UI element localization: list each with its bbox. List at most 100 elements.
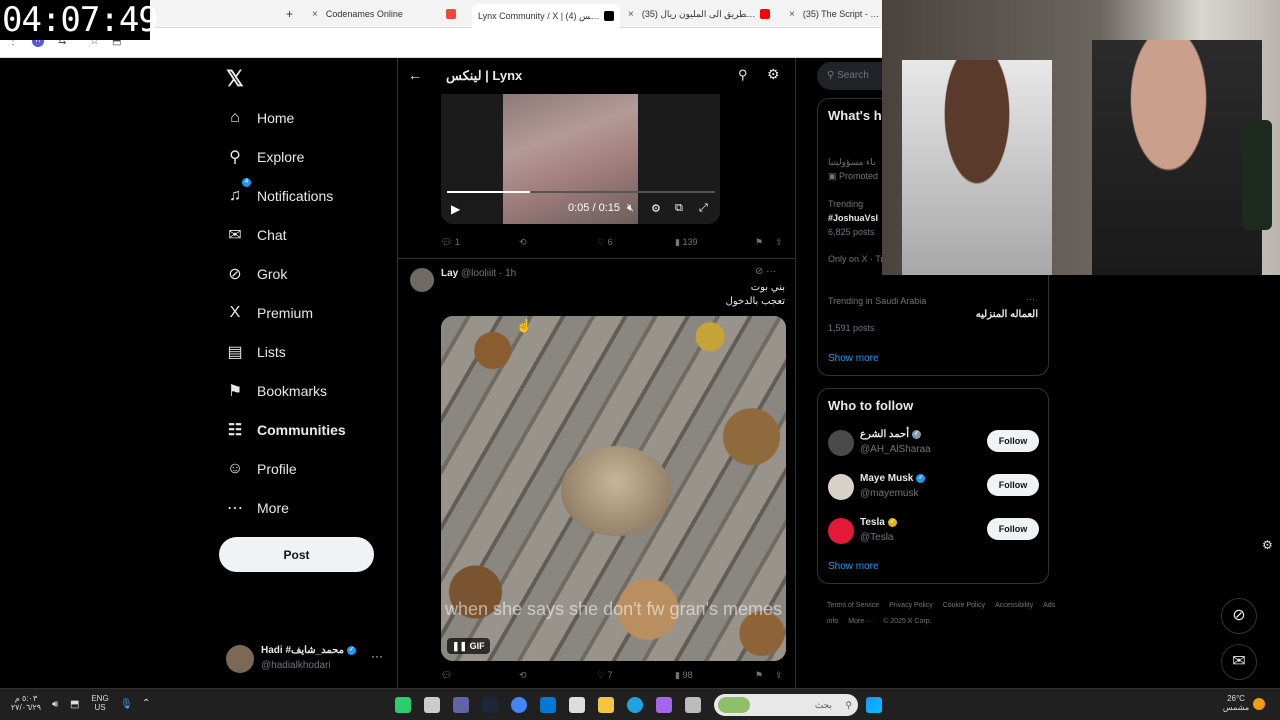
video-player[interactable]: ▶ 0:05 / 0:15 🔇︎ ⚙ ⧉ ⤢ <box>441 94 720 224</box>
network-icon[interactable]: ⬒ <box>70 699 79 710</box>
search-icon[interactable]: ⚲ <box>738 67 748 83</box>
follow-suggestion[interactable]: Tesla ✓ @Tesla Follow <box>828 515 1040 549</box>
suggestion-name[interactable]: أحمد الشرع ✓ <box>860 429 921 440</box>
gear-icon[interactable]: ⚙ <box>767 66 780 83</box>
close-tab-icon[interactable]: × <box>628 9 634 20</box>
tab-youtube-1[interactable]: × (35) الطريق الى المليون ريال # <box>628 4 776 24</box>
tab-codenames[interactable]: × Codenames Online <box>312 4 462 24</box>
nav-premium[interactable]: X Premium <box>222 293 346 332</box>
like-button[interactable]: ♡ 6 <box>597 237 613 248</box>
post-button[interactable]: Post <box>219 537 374 572</box>
views-button[interactable]: ▮ 98 <box>675 670 692 681</box>
mute-icon[interactable]: 🔇︎ <box>627 202 634 215</box>
app-icon[interactable] <box>424 697 440 713</box>
gif-media[interactable]: when she says she don't fw gran's memes … <box>441 316 786 661</box>
footer-link[interactable]: © 2025 X Corp. <box>883 618 931 625</box>
new-tab-button[interactable]: + <box>286 4 293 24</box>
nav-label: Premium <box>257 304 314 321</box>
play-icon[interactable]: ▶ <box>451 202 460 216</box>
teams-icon[interactable] <box>453 697 469 713</box>
footer-link[interactable]: Cookie Policy <box>943 602 985 609</box>
show-more-link[interactable]: Show more <box>828 561 879 572</box>
like-button[interactable]: ♡ 7 <box>597 670 613 681</box>
pip-icon[interactable]: ⧉ <box>675 202 683 215</box>
community-timeline[interactable]: ← لينكس | Lynx ⚲ ⚙ ▶ 0:05 / 0:15 🔇︎ ⚙ ⧉ … <box>397 58 796 688</box>
nav-bookmarks[interactable]: ⚑ Bookmarks <box>222 371 346 410</box>
store-icon[interactable] <box>569 697 585 713</box>
outlook-icon[interactable] <box>540 697 556 713</box>
share-icon[interactable]: ⇪ <box>775 670 783 681</box>
follow-suggestion[interactable]: أحمد الشرع ✓ @AH_AlSharaa Follow <box>828 427 1040 461</box>
windows-start-icon[interactable] <box>866 697 882 713</box>
follow-button[interactable]: Follow <box>987 474 1039 496</box>
trend-name[interactable]: العماله المنزليه <box>976 309 1038 320</box>
share-icon[interactable]: ⇪ <box>775 237 783 248</box>
file-explorer-icon[interactable] <box>598 697 614 713</box>
volume-icon[interactable]: 🔊︎ <box>52 699 58 710</box>
weather-widget[interactable]: 26°C مشمس <box>1216 694 1256 712</box>
repost-button[interactable]: ⟲ <box>519 237 527 248</box>
gif-badge[interactable]: ❚❚ GIF <box>447 638 490 654</box>
more-options-icon[interactable]: ··· <box>371 649 383 663</box>
account-switcher[interactable]: Hadi #محمد_شايف ✓ @hadialkhodari ··· <box>226 643 386 675</box>
messages-icon[interactable]: ✉ <box>1221 644 1257 680</box>
avatar[interactable] <box>828 474 854 500</box>
trend-tag[interactable]: #JoshuaVsI <box>828 213 878 223</box>
settings-icon[interactable]: ⚙ <box>651 202 661 215</box>
chevron-up-icon[interactable]: ⌃ <box>142 698 150 709</box>
follow-suggestion[interactable]: Maye Musk ✓ @mayemusk Follow <box>828 471 1040 505</box>
nav-explore[interactable]: ⚲ Explore <box>222 137 346 176</box>
nav-chat[interactable]: ✉ Chat <box>222 215 346 254</box>
nav-profile[interactable]: ☺ Profile <box>222 449 346 488</box>
promo-text[interactable]: باء مسؤوليتنا <box>828 157 875 168</box>
tweet-more-icon[interactable]: ⊘ ··· <box>755 266 776 277</box>
trend-more-icon[interactable]: ··· <box>1026 294 1035 304</box>
bookmark-icon[interactable]: ⚑ <box>755 237 763 248</box>
video-progress-bar[interactable] <box>447 191 715 193</box>
clock[interactable]: ٥:٠٣ م ٢٧/٠٦/٢٩ <box>6 694 46 712</box>
bookmark-icon[interactable]: ⚑ <box>755 670 763 681</box>
reply-button[interactable]: 💬︎ <box>441 670 452 681</box>
nav-notifications[interactable]: ♫ 4 Notifications <box>222 176 346 215</box>
follow-button[interactable]: Follow <box>987 430 1039 452</box>
tab-lynx-community[interactable]: Lynx Community / X | لينكس (4) <box>472 4 620 28</box>
tweet-author[interactable]: Lay @looliiit · 1h <box>441 268 516 279</box>
nav-home[interactable]: ⌂ Home <box>222 98 346 137</box>
app-icon[interactable] <box>685 697 701 713</box>
repost-button[interactable]: ⟲ <box>519 670 527 681</box>
footer-link[interactable]: More ··· <box>848 618 873 625</box>
extension-icon[interactable]: ⚙ <box>1262 538 1273 552</box>
community-title: لينكس | Lynx <box>446 68 523 83</box>
avatar[interactable] <box>410 268 434 292</box>
close-tab-icon[interactable]: × <box>789 9 795 20</box>
views-button[interactable]: ▮ 139 <box>675 237 697 248</box>
show-more-link[interactable]: Show more <box>828 353 879 364</box>
nav-more[interactable]: ⋯ More <box>222 488 346 527</box>
edge-icon[interactable] <box>627 697 643 713</box>
footer-link[interactable]: Terms of Service <box>827 602 879 609</box>
chrome-icon[interactable] <box>511 697 527 713</box>
nav-grok[interactable]: ⊘ Grok <box>222 254 346 293</box>
back-arrow-icon[interactable]: ← <box>408 67 422 83</box>
nav-communities[interactable]: ☷ Communities <box>222 410 346 449</box>
app-icon[interactable] <box>395 697 411 713</box>
nav-lists[interactable]: ▤ Lists <box>222 332 346 371</box>
suggestion-name[interactable]: Maye Musk ✓ <box>860 473 926 484</box>
reply-button[interactable]: 💬︎ 1 <box>441 237 460 248</box>
microphone-icon[interactable]: 🎙︎ <box>120 699 133 710</box>
x-logo-icon[interactable]: 𝕏 <box>226 66 244 92</box>
footer-link[interactable]: Accessibility <box>995 602 1033 609</box>
avatar[interactable] <box>828 518 854 544</box>
footer-link[interactable]: Privacy Policy <box>889 602 933 609</box>
copilot-icon[interactable] <box>656 697 672 713</box>
steam-icon[interactable] <box>482 697 498 713</box>
fullscreen-icon[interactable]: ⤢ <box>699 202 708 215</box>
grok-icon[interactable]: ⊘ <box>1221 598 1257 634</box>
avatar[interactable] <box>828 430 854 456</box>
language-indicator[interactable]: ENG US <box>88 694 112 712</box>
tab-youtube-2[interactable]: × (35) The Script - Hall O <box>789 4 882 24</box>
close-tab-icon[interactable]: × <box>312 9 318 20</box>
taskbar-search[interactable]: بحث ⚲ <box>714 694 858 716</box>
follow-button[interactable]: Follow <box>987 518 1039 540</box>
suggestion-name[interactable]: Tesla ✓ <box>860 517 897 528</box>
